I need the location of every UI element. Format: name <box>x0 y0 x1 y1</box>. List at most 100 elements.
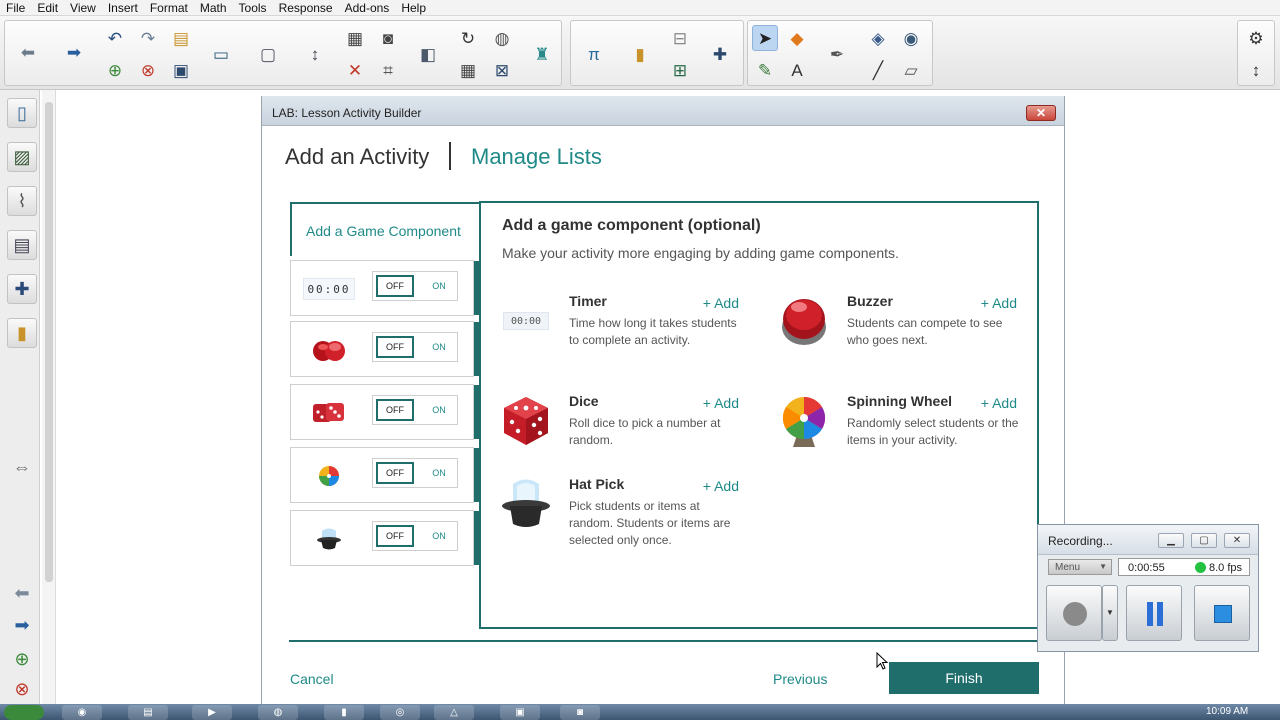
redo-icon[interactable]: ↷ <box>135 25 161 51</box>
add-page-icon[interactable]: ⊕ <box>102 57 128 83</box>
gallery-icon[interactable]: ▮ <box>627 41 653 67</box>
display-icon[interactable]: ▭ <box>208 41 234 67</box>
timer-toggle-off[interactable]: OFF <box>376 275 414 297</box>
sidebar-add-page-icon[interactable]: ⊕ <box>7 644 37 674</box>
attach-icon[interactable]: ⊞ <box>667 57 693 83</box>
globe-icon[interactable]: ◍ <box>489 25 515 51</box>
rotate-icon[interactable]: ↻ <box>455 25 481 51</box>
taskbar-app-icon[interactable]: ◍ <box>258 705 298 720</box>
previous-button[interactable]: Previous <box>773 671 827 687</box>
forward-arrow-icon[interactable]: ➡ <box>61 39 87 65</box>
taskbar-media-icon[interactable]: ▶ <box>192 705 232 720</box>
dice-add-button[interactable]: + Add <box>703 395 739 411</box>
page-sorter-icon[interactable]: ▯ <box>7 98 37 128</box>
sidebar-back-icon[interactable]: ⬅ <box>7 578 37 608</box>
table-icon[interactable]: ▦ <box>455 57 481 83</box>
select-pointer-icon[interactable]: ➤ <box>752 25 778 51</box>
line-tool-icon[interactable]: ╱ <box>865 57 891 83</box>
delete-icon[interactable]: ✕ <box>342 57 368 83</box>
gallery-tab-icon[interactable]: ▨ <box>7 142 37 172</box>
pens-icon[interactable]: ✎ <box>752 57 778 83</box>
minimize-icon[interactable]: ▁ <box>1158 533 1184 548</box>
tab-add-activity[interactable]: Add an Activity <box>285 144 429 170</box>
buzzer-toggle[interactable]: OFF ON <box>372 332 458 362</box>
puzzle-icon[interactable]: ✚ <box>707 41 733 67</box>
menu-math[interactable]: Math <box>200 1 227 15</box>
menu-add-ons[interactable]: Add-ons <box>345 1 390 15</box>
sidebar-forward-icon[interactable]: ➡ <box>7 610 37 640</box>
menu-view[interactable]: View <box>70 1 96 15</box>
menu-insert[interactable]: Insert <box>108 1 138 15</box>
hat-pick-toggle[interactable]: OFF ON <box>372 521 458 551</box>
dice-toggle[interactable]: OFF ON <box>372 395 458 425</box>
start-button[interactable] <box>4 705 44 720</box>
paste-icon[interactable]: ▦ <box>342 25 368 51</box>
record-button[interactable] <box>1046 585 1102 641</box>
add-game-component-tab[interactable]: Add a Game Component <box>290 202 481 256</box>
taskbar-drive-icon[interactable]: △ <box>434 705 474 720</box>
delete-page-icon[interactable]: ⊗ <box>135 57 161 83</box>
spinning-wheel-toggle-off[interactable]: OFF <box>376 462 414 484</box>
properties-icon[interactable]: ▤ <box>7 230 37 260</box>
timer-toggle-on[interactable]: ON <box>425 275 453 297</box>
cancel-button[interactable]: Cancel <box>290 671 334 687</box>
shapes-icon[interactable]: ◆ <box>784 25 810 51</box>
hat-pick-toggle-off[interactable]: OFF <box>376 525 414 547</box>
undo-icon[interactable]: ↶ <box>102 25 128 51</box>
spinning-wheel-add-button[interactable]: + Add <box>981 395 1017 411</box>
math-pi-icon[interactable]: π <box>581 41 607 67</box>
pause-button[interactable] <box>1126 585 1182 641</box>
sidebar-resize-icon[interactable]: ⇔ <box>7 452 37 482</box>
timer-toggle[interactable]: OFF ON <box>372 271 458 301</box>
back-arrow-icon[interactable]: ⬅ <box>15 39 41 65</box>
buzzer-toggle-off[interactable]: OFF <box>376 336 414 358</box>
dice-toggle-off[interactable]: OFF <box>376 399 414 421</box>
sidebar-delete-page-icon[interactable]: ⊗ <box>7 674 37 704</box>
spinning-wheel-toggle[interactable]: OFF ON <box>372 458 458 488</box>
taskbar-chart-icon[interactable]: ▮ <box>324 705 364 720</box>
addon-icon[interactable]: ♜ <box>529 41 555 67</box>
close-button[interactable]: ✕ <box>1026 105 1056 121</box>
spinning-wheel-toggle-on[interactable]: ON <box>425 462 453 484</box>
recording-close-icon[interactable]: ✕ <box>1224 533 1250 548</box>
screen-shade-icon[interactable]: ▢ <box>255 41 281 67</box>
tab-manage-lists[interactable]: Manage Lists <box>471 144 602 170</box>
lesson-activity-icon[interactable]: ▮ <box>7 318 37 348</box>
gear-icon[interactable]: ⚙ <box>1243 25 1269 51</box>
toolbar-position-icon[interactable]: ↕ <box>1243 57 1269 83</box>
link-icon[interactable]: ⊟ <box>667 25 693 51</box>
save-icon[interactable]: ▣ <box>168 57 194 83</box>
eraser-icon[interactable]: ▱ <box>898 57 924 83</box>
hat-pick-add-button[interactable]: + Add <box>703 478 739 494</box>
hat-pick-toggle-on[interactable]: ON <box>425 525 453 547</box>
addons-tab-icon[interactable]: ✚ <box>7 274 37 304</box>
scrollbar-thumb[interactable] <box>45 102 53 582</box>
resize-page-icon[interactable]: ↕ <box>302 41 328 67</box>
attachments-icon[interactable]: ⌇ <box>7 186 37 216</box>
stop-button[interactable] <box>1194 585 1250 641</box>
taskbar-chrome-icon[interactable]: ◎ <box>380 705 420 720</box>
recording-menu-dropdown[interactable]: Menu ▼ <box>1048 559 1112 575</box>
document-camera-icon[interactable]: ◧ <box>415 41 441 67</box>
restore-icon[interactable]: ▢ <box>1191 533 1217 548</box>
taskbar-smart-icon[interactable]: ▣ <box>500 705 540 720</box>
menu-help[interactable]: Help <box>401 1 426 15</box>
buzzer-add-button[interactable]: + Add <box>981 295 1017 311</box>
open-folder-icon[interactable]: ▤ <box>168 25 194 51</box>
camera-icon[interactable]: ◙ <box>375 25 401 51</box>
fill-icon[interactable]: ◉ <box>898 25 924 51</box>
screen-capture-icon[interactable]: ⌗ <box>375 57 401 83</box>
menu-response[interactable]: Response <box>279 1 333 15</box>
taskbar-browser-icon[interactable]: ◉ <box>62 705 102 720</box>
record-options-button[interactable]: ▼ <box>1102 585 1118 641</box>
buzzer-toggle-on[interactable]: ON <box>425 336 453 358</box>
menu-file[interactable]: File <box>6 1 25 15</box>
page-scrollbar[interactable] <box>42 90 56 704</box>
taskbar-folder-icon[interactable]: ▤ <box>128 705 168 720</box>
timer-add-button[interactable]: + Add <box>703 295 739 311</box>
finish-button[interactable]: Finish <box>889 662 1039 694</box>
eraser-shape-icon[interactable]: ◈ <box>865 25 891 51</box>
menu-edit[interactable]: Edit <box>37 1 58 15</box>
handwriting-pen-icon[interactable]: ✒ <box>824 41 850 67</box>
menu-tools[interactable]: Tools <box>239 1 267 15</box>
